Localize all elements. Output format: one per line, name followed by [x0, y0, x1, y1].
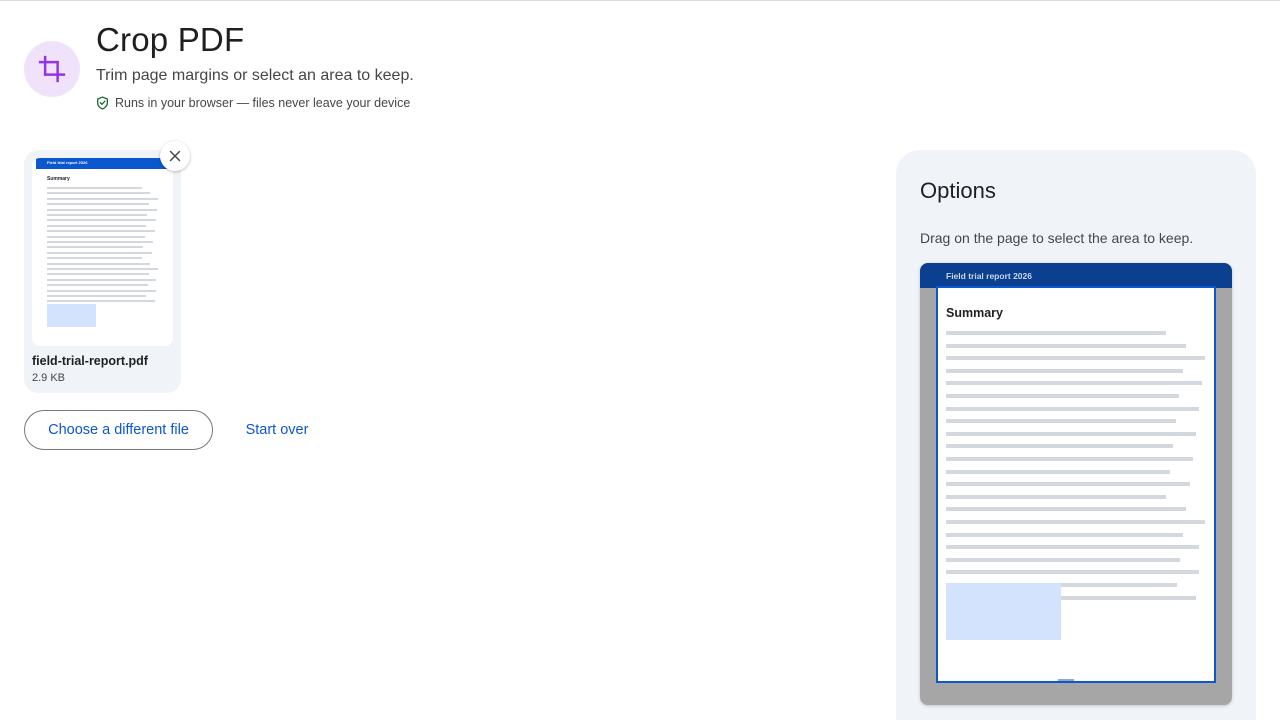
crop-icon — [38, 55, 66, 83]
options-hint: Drag on the page to select the area to k… — [920, 230, 1194, 246]
text-line — [47, 300, 155, 303]
text-line — [946, 431, 1196, 436]
file-thumbnail[interactable]: Field trial report 2026 Summary — [32, 158, 173, 346]
text-line — [47, 219, 156, 222]
preview-heading: Summary — [946, 306, 1003, 320]
text-line — [946, 457, 1193, 461]
file-size: 2.9 KB — [32, 372, 66, 384]
text-line — [47, 246, 143, 249]
start-over-button[interactable]: Start over — [232, 410, 322, 450]
text-line — [946, 381, 1202, 386]
preview-header-bar: Field trial report 2026 — [920, 263, 1232, 288]
choose-different-file-button[interactable]: Choose a different file — [24, 410, 213, 450]
text-line — [946, 394, 1179, 398]
privacy-text: Runs in your browser — files never leave… — [115, 96, 411, 110]
text-line — [946, 482, 1190, 487]
text-line — [47, 278, 156, 281]
text-line — [47, 208, 157, 211]
text-line — [946, 406, 1199, 411]
text-line — [47, 241, 153, 243]
remove-file-button[interactable] — [160, 141, 190, 171]
preview-image-block — [946, 583, 1061, 640]
crop-tool-icon — [24, 41, 80, 97]
file-card: Field trial report 2026 Summary field-tr… — [24, 150, 181, 393]
options-panel: Options Drag on the page to select the a… — [896, 150, 1256, 720]
top-divider — [0, 0, 1280, 1]
text-line — [946, 419, 1176, 424]
text-line — [946, 507, 1186, 512]
crop-selection[interactable]: Summary — [936, 286, 1216, 683]
text-line — [47, 257, 142, 260]
text-line — [946, 545, 1199, 550]
text-line — [47, 284, 148, 287]
close-icon — [169, 150, 181, 162]
text-line — [47, 224, 146, 227]
text-line — [47, 273, 149, 276]
text-line — [47, 295, 146, 297]
text-line — [946, 532, 1183, 537]
text-line — [47, 235, 145, 238]
text-line — [47, 203, 149, 206]
privacy-note: Runs in your browser — files never leave… — [96, 96, 410, 110]
shield-check-icon — [97, 96, 108, 110]
page-preview-canvas[interactable]: Field trial report 2026 Summary — [920, 263, 1232, 705]
text-line — [946, 444, 1173, 449]
thumbnail-page-number — [32, 340, 173, 341]
thumbnail-header-text: Field trial report 2026 — [47, 160, 88, 165]
preview-header-text: Field trial report 2026 — [946, 271, 1032, 281]
thumbnail-header-bar: Field trial report 2026 — [36, 158, 169, 169]
text-line — [47, 289, 156, 292]
page-subtitle: Trim page margins or select an area to k… — [96, 67, 414, 84]
text-line — [47, 268, 158, 270]
text-line — [946, 356, 1205, 361]
preview-page-number — [1058, 679, 1074, 681]
thumbnail-heading: Summary — [47, 176, 70, 182]
text-line — [946, 570, 1199, 575]
text-line — [47, 230, 155, 233]
text-line — [946, 494, 1166, 499]
file-name: field-trial-report.pdf — [32, 354, 148, 368]
text-line — [946, 520, 1205, 524]
text-line — [47, 187, 142, 189]
text-line — [946, 343, 1186, 348]
text-line — [946, 331, 1166, 335]
text-line — [47, 192, 150, 195]
options-title: Options — [920, 178, 996, 203]
text-line — [946, 469, 1170, 474]
text-line — [47, 214, 147, 216]
text-line — [47, 262, 150, 265]
text-line — [47, 251, 152, 254]
page-title: Crop PDF — [96, 21, 245, 58]
thumbnail-image-block — [47, 304, 96, 327]
text-line — [47, 197, 158, 200]
text-line — [946, 557, 1180, 562]
text-line — [946, 368, 1183, 373]
